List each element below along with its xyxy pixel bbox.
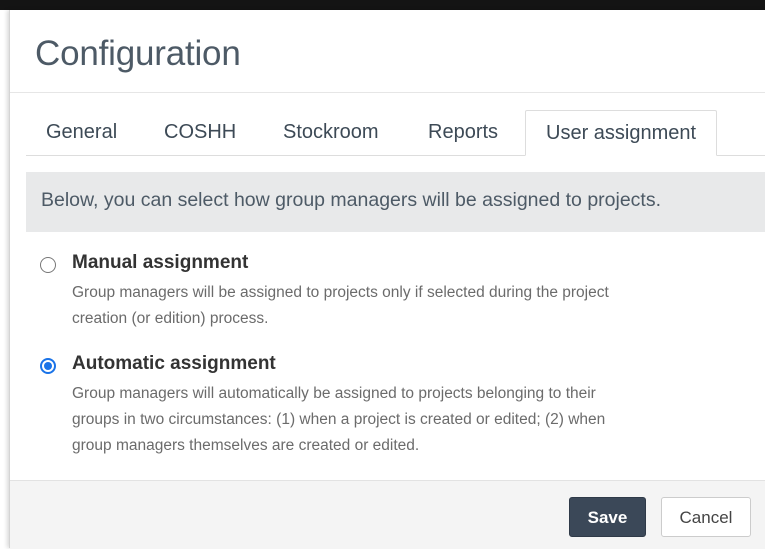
info-text: Below, you can select how group managers… xyxy=(41,189,662,211)
manual-assignment-description: Group managers will be assigned to proje… xyxy=(72,280,722,332)
tab-reports[interactable]: Reports xyxy=(408,110,518,154)
save-button[interactable]: Save xyxy=(569,497,646,537)
tab-coshh[interactable]: COSHH xyxy=(144,110,256,154)
description-line: creation (or edition) process. xyxy=(72,310,269,327)
tab-general[interactable]: General xyxy=(26,110,137,154)
dialog-footer: Save Cancel xyxy=(10,480,765,549)
info-banner: Below, you can select how group managers… xyxy=(26,172,765,232)
description-line: group managers themselves are created or… xyxy=(72,437,420,454)
dialog-header: Configuration xyxy=(10,10,765,93)
cancel-button[interactable]: Cancel xyxy=(661,497,751,537)
window-top-bar xyxy=(0,0,765,10)
dialog-title: Configuration xyxy=(35,34,241,73)
automatic-assignment-description: Group managers will automatically be ass… xyxy=(72,381,722,459)
tab-bar: General COSHH Stockroom Reports User ass… xyxy=(26,110,765,156)
automatic-assignment-label[interactable]: Automatic assignment xyxy=(72,353,276,375)
description-line: groups in two circumstances: (1) when a … xyxy=(72,411,606,428)
configuration-dialog: Configuration General COSHH Stockroom Re… xyxy=(9,10,765,549)
tab-stockroom[interactable]: Stockroom xyxy=(263,110,399,154)
description-line: Group managers will be assigned to proje… xyxy=(72,284,609,301)
tab-user-assignment[interactable]: User assignment xyxy=(525,110,718,156)
description-line: Group managers will automatically be ass… xyxy=(72,385,596,402)
manual-assignment-radio[interactable] xyxy=(40,257,56,273)
automatic-assignment-radio[interactable] xyxy=(40,358,56,374)
manual-assignment-label[interactable]: Manual assignment xyxy=(72,252,248,274)
